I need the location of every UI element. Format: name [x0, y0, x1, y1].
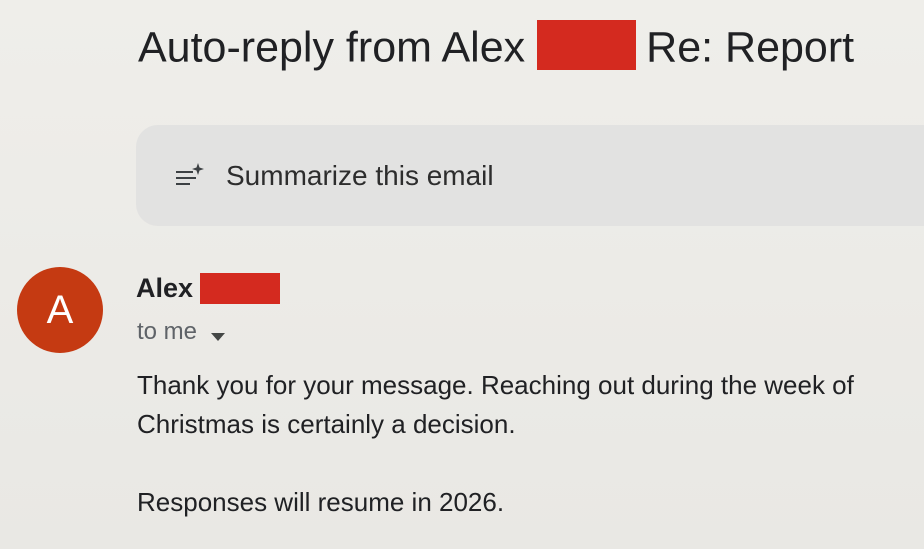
sender-name[interactable]: Alex — [136, 273, 193, 304]
sender-avatar[interactable]: A — [17, 267, 103, 353]
caret-down-icon[interactable] — [211, 328, 226, 341]
body-paragraph: Responses will resume in 2026. — [137, 487, 505, 517]
summarize-label: Summarize this email — [226, 159, 494, 191]
email-subject: Auto-reply from Alex Re: Report — [138, 14, 854, 79]
avatar-letter: A — [46, 287, 74, 332]
sender-redaction-block — [200, 272, 281, 304]
subject-suffix: Re: Report — [646, 23, 855, 72]
recipient-details-toggle[interactable]: to me — [137, 315, 226, 349]
sender-row: Alex — [136, 270, 281, 306]
redaction-block — [537, 19, 637, 70]
email-body: Thank you for your message. Reaching out… — [137, 366, 907, 522]
subject-prefix: Auto-reply from Alex — [138, 23, 526, 72]
recipient-label: to me — [137, 318, 198, 345]
summarize-sparkle-icon — [176, 162, 204, 189]
summarize-email-button[interactable]: Summarize this email — [136, 125, 924, 226]
body-paragraph: Thank you for your message. Reaching out… — [137, 370, 854, 439]
